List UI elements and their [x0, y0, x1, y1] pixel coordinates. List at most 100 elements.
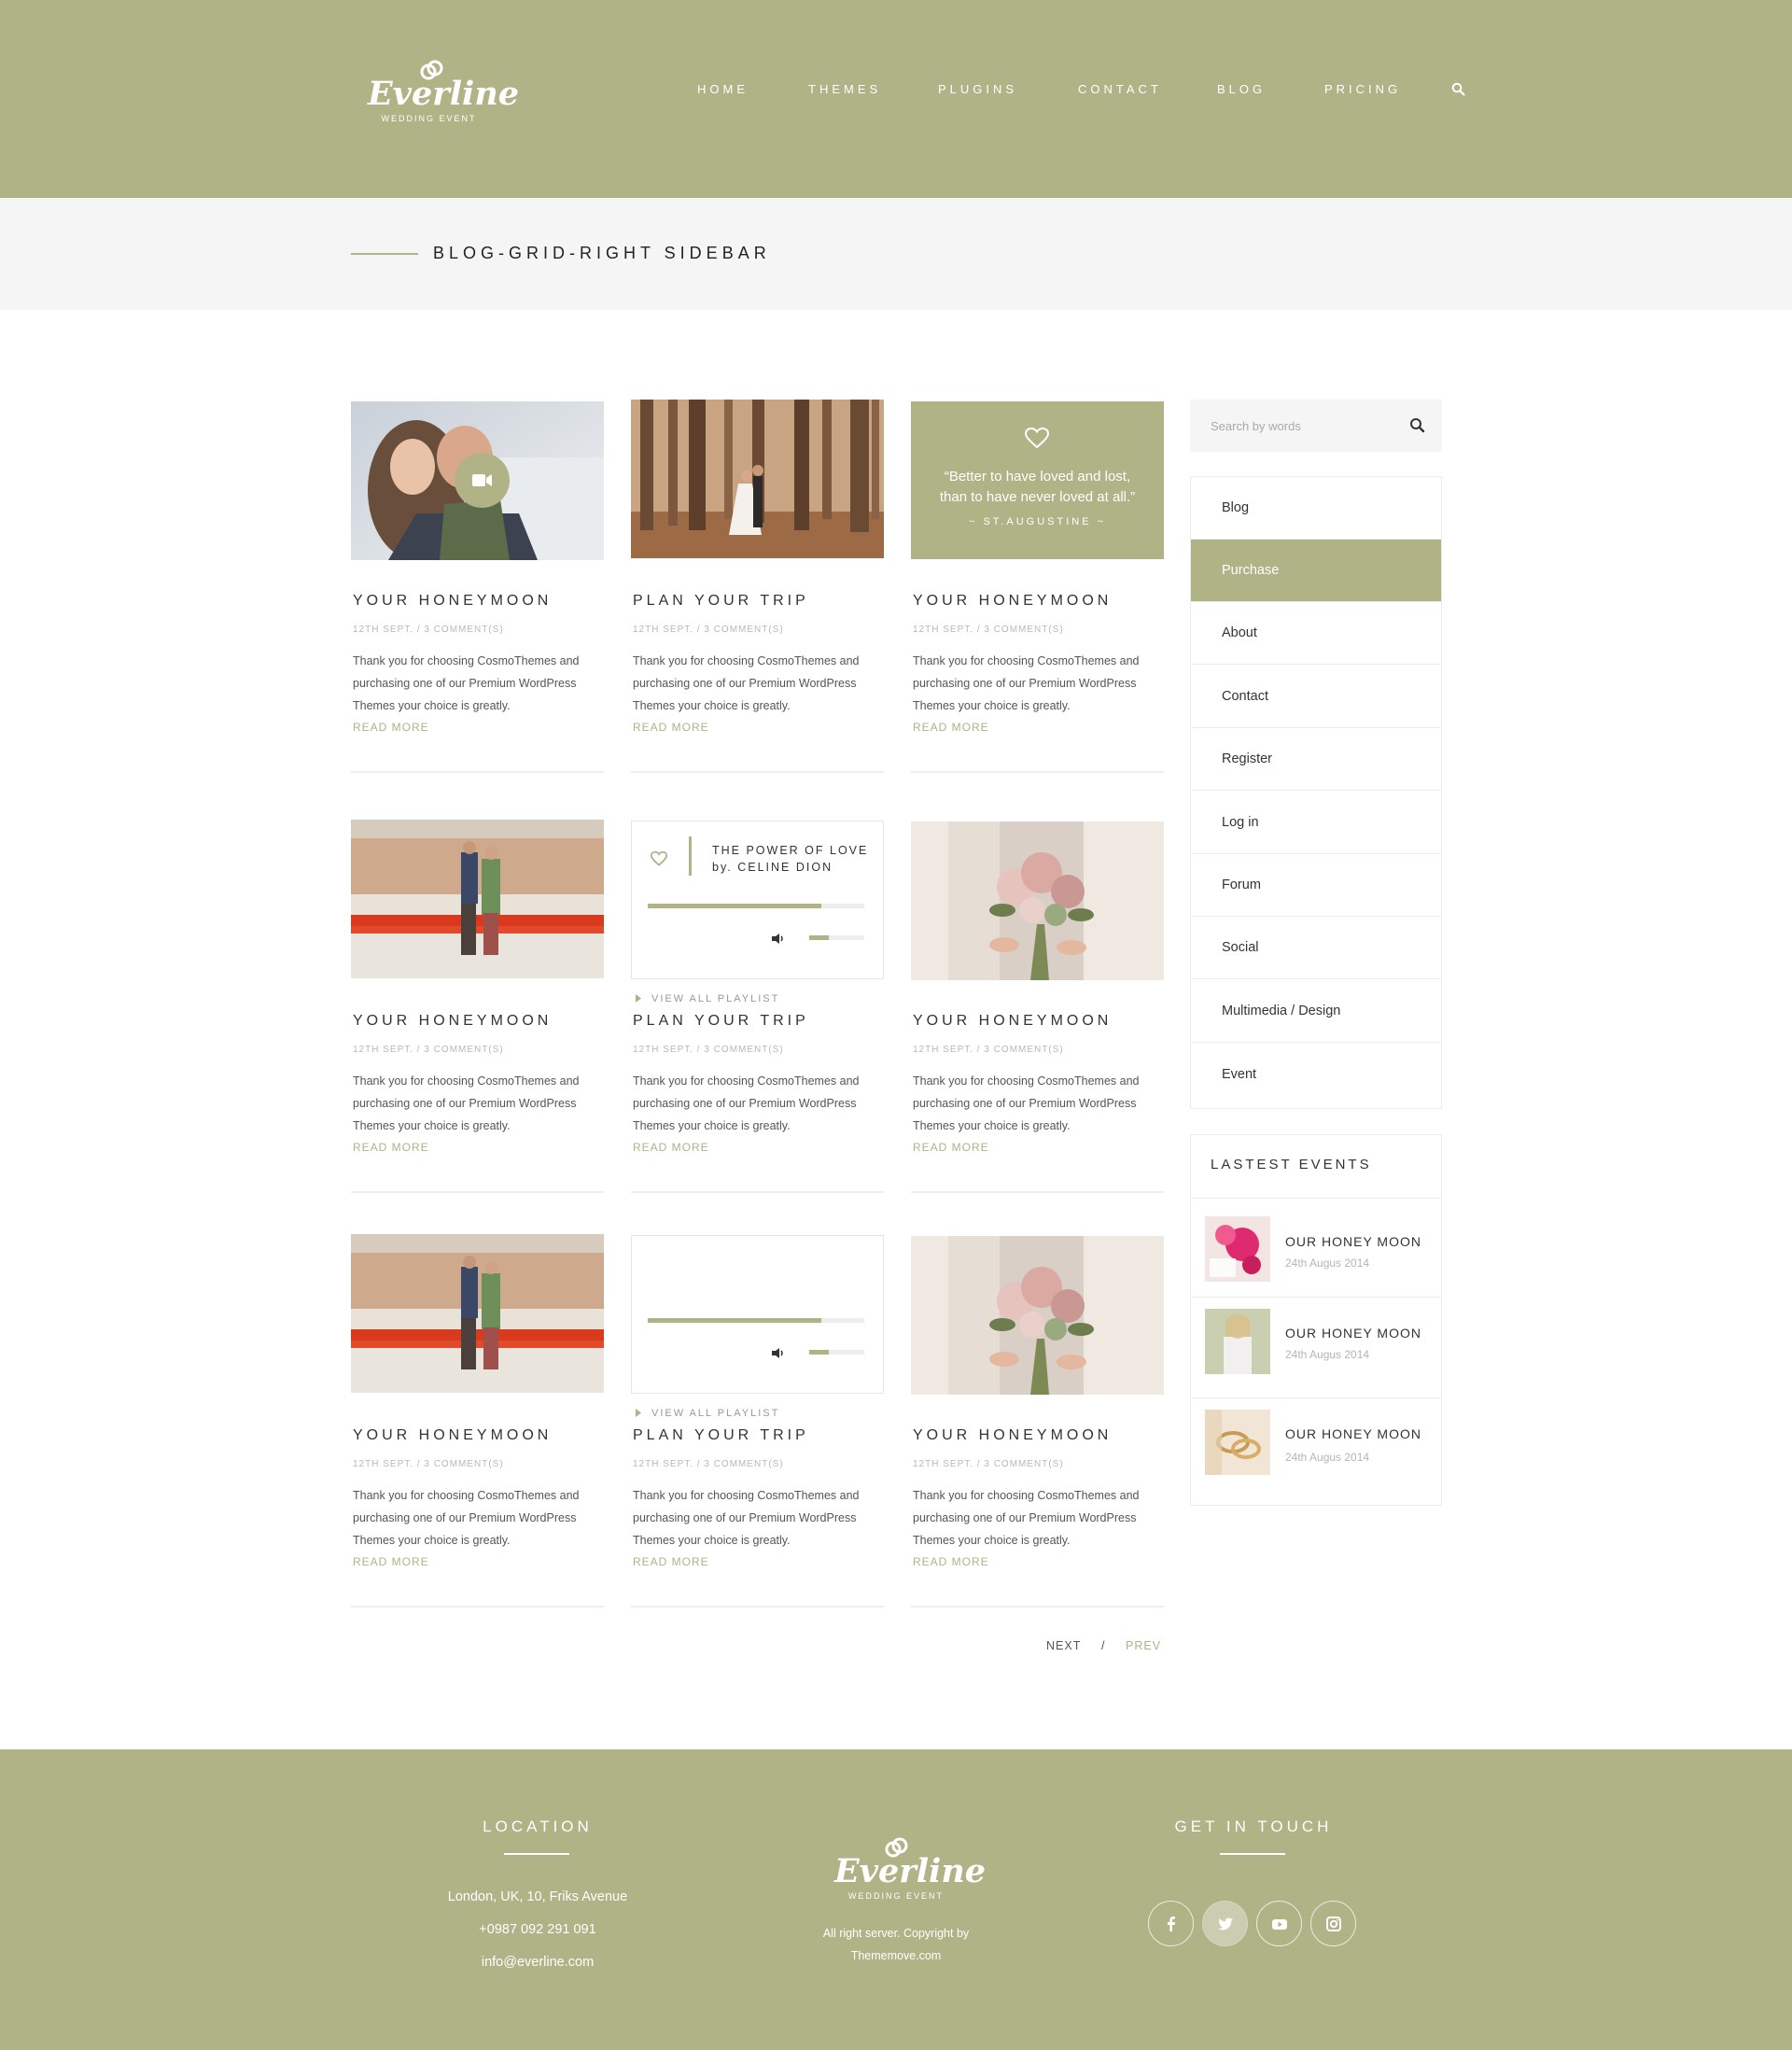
read-more-link[interactable]: READ MORE — [353, 1555, 429, 1568]
post-excerpt-line: Themes your choice is greatly. — [353, 1119, 511, 1132]
nav-pricing[interactable]: PRICING — [1324, 82, 1401, 96]
category-item-blog[interactable]: Blog — [1191, 477, 1441, 540]
nav-home[interactable]: HOME — [697, 82, 749, 96]
facebook-button[interactable] — [1148, 1901, 1194, 1946]
audio-progress-fill — [648, 904, 821, 908]
footer-address: London, UK, 10, Friks Avenue — [447, 1889, 628, 1904]
audio-player-card: THE POWER OF LOVE by. CELINE DION — [631, 821, 884, 979]
post-excerpt-line: Themes your choice is greatly. — [353, 699, 511, 712]
pager-prev[interactable]: PREV — [1126, 1639, 1161, 1652]
post-title[interactable]: PLAN YOUR TRIP — [633, 593, 809, 610]
category-item-register[interactable]: Register — [1191, 728, 1441, 791]
read-more-link[interactable]: READ MORE — [633, 1141, 709, 1154]
post-title[interactable]: YOUR HONEYMOON — [353, 1427, 552, 1444]
pager-separator: / — [1101, 1639, 1105, 1652]
footer-touch-title: GET IN TOUCH — [1174, 1818, 1333, 1835]
view-playlist-link[interactable]: VIEW ALL PLAYLIST — [651, 993, 779, 1004]
nav-plugins[interactable]: PLUGINS — [938, 82, 1017, 96]
footer-copyright-link[interactable]: Thememove.com — [756, 1949, 1036, 1962]
play-arrow-icon — [636, 994, 641, 1003]
post-title[interactable]: PLAN YOUR TRIP — [633, 1427, 809, 1444]
audio-player-card — [631, 1235, 884, 1394]
post-excerpt-line: Themes your choice is greatly. — [913, 699, 1071, 712]
nav-blog[interactable]: BLOG — [1217, 82, 1266, 96]
post-title[interactable]: YOUR HONEYMOON — [913, 1013, 1112, 1030]
post-image-bouquet[interactable] — [911, 1236, 1164, 1395]
event-title: OUR HONEY MOON — [1285, 1326, 1421, 1341]
post-title[interactable]: YOUR HONEYMOON — [913, 593, 1112, 610]
post-image-forest[interactable] — [631, 400, 884, 558]
read-more-link[interactable]: READ MORE — [633, 1555, 709, 1568]
instagram-button[interactable] — [1310, 1901, 1356, 1946]
quote-line-1: “Better to have loved and lost, — [944, 469, 1131, 484]
audio-progress-bar[interactable] — [648, 904, 864, 908]
category-item-contact[interactable]: Contact — [1191, 666, 1441, 728]
twitter-button[interactable] — [1202, 1901, 1248, 1946]
pager-next[interactable]: NEXT — [1046, 1639, 1081, 1652]
post-excerpt-line: purchasing one of our Premium WordPress — [633, 1097, 857, 1110]
post-meta: 12TH SEPT. / 3 COMMENT(S) — [353, 625, 504, 635]
volume-slider[interactable] — [809, 935, 864, 940]
search-input[interactable] — [1190, 400, 1395, 452]
nav-themes[interactable]: THEMES — [808, 82, 881, 96]
post-excerpt-line: purchasing one of our Premium WordPress — [913, 1511, 1137, 1524]
post-title[interactable]: YOUR HONEYMOON — [353, 1013, 552, 1030]
audio-progress-fill — [648, 1318, 821, 1323]
category-item-about[interactable]: About — [1191, 602, 1441, 665]
post-meta: 12TH SEPT. / 3 COMMENT(S) — [633, 625, 784, 635]
footer-email[interactable]: info@everline.com — [351, 1955, 724, 1970]
category-item-purchase[interactable]: Purchase — [1191, 540, 1441, 602]
post-quote-box[interactable]: “Better to have loved and lost, than to … — [911, 401, 1164, 559]
audio-progress-bar[interactable] — [648, 1318, 864, 1323]
post-title[interactable]: PLAN YOUR TRIP — [633, 1013, 809, 1030]
post-excerpt-line: purchasing one of our Premium WordPress — [353, 1097, 577, 1110]
read-more-link[interactable]: READ MORE — [913, 1555, 989, 1568]
site-logo[interactable]: Everline WEDDING EVENT — [366, 56, 519, 131]
volume-icon[interactable] — [771, 1347, 786, 1359]
post-image-bouquet[interactable] — [911, 821, 1164, 980]
post-title[interactable]: YOUR HONEYMOON — [353, 593, 552, 610]
event-item[interactable]: OUR HONEY MOON 24th Augus 2014 — [1191, 1298, 1441, 1391]
volume-icon[interactable] — [771, 933, 786, 945]
view-playlist-link[interactable]: VIEW ALL PLAYLIST — [651, 1408, 779, 1419]
facebook-icon — [1168, 1917, 1175, 1931]
post-image-train[interactable] — [351, 1234, 604, 1393]
post-excerpt-line: Themes your choice is greatly. — [633, 699, 791, 712]
twitter-icon — [1218, 1917, 1233, 1931]
volume-slider[interactable] — [809, 1350, 864, 1355]
event-item[interactable]: OUR HONEY MOON 24th Augus 2014 — [1191, 1398, 1441, 1492]
category-item-forum[interactable]: Forum — [1191, 854, 1441, 917]
post-meta: 12TH SEPT. / 3 COMMENT(S) — [633, 1045, 784, 1055]
nav-contact[interactable]: CONTACT — [1078, 82, 1162, 96]
post-divider — [911, 1191, 1164, 1193]
post-divider — [631, 1191, 884, 1193]
footer-logo[interactable]: Everline WEDDING EVENT — [831, 1835, 986, 1910]
post-image-train[interactable] — [351, 820, 604, 978]
read-more-link[interactable]: READ MORE — [913, 721, 989, 734]
category-item-login[interactable]: Log in — [1191, 792, 1441, 854]
category-item-multimedia-design[interactable]: Multimedia / Design — [1191, 980, 1441, 1043]
post-excerpt-line: Thank you for choosing CosmoThemes and — [353, 1489, 580, 1502]
post-title[interactable]: YOUR HONEYMOON — [913, 1427, 1112, 1444]
category-item-event[interactable]: Event — [1191, 1044, 1441, 1106]
video-camera-icon — [472, 474, 492, 486]
read-more-link[interactable]: READ MORE — [353, 1141, 429, 1154]
post-divider — [631, 771, 884, 773]
search-icon[interactable] — [1408, 416, 1427, 435]
event-title: OUR HONEY MOON — [1285, 1426, 1421, 1441]
read-more-link[interactable]: READ MORE — [913, 1141, 989, 1154]
latest-events-title: LASTEST EVENTS — [1211, 1157, 1372, 1172]
post-image-couple[interactable] — [351, 401, 604, 560]
read-more-link[interactable]: READ MORE — [353, 721, 429, 734]
category-item-social[interactable]: Social — [1191, 917, 1441, 979]
heart-icon[interactable] — [651, 851, 667, 866]
post-excerpt-line: purchasing one of our Premium WordPress — [353, 677, 577, 690]
post-meta: 12TH SEPT. / 3 COMMENT(S) — [913, 625, 1064, 635]
event-item[interactable]: OUR HONEY MOON 24th Augus 2014 — [1191, 1199, 1441, 1292]
post-excerpt-line: Thank you for choosing CosmoThemes and — [633, 1074, 860, 1088]
video-play-button[interactable] — [455, 453, 510, 508]
youtube-button[interactable] — [1256, 1901, 1302, 1946]
search-icon[interactable] — [1451, 82, 1465, 96]
read-more-link[interactable]: READ MORE — [633, 721, 709, 734]
footer-phone[interactable]: +0987 092 291 091 — [351, 1922, 724, 1937]
